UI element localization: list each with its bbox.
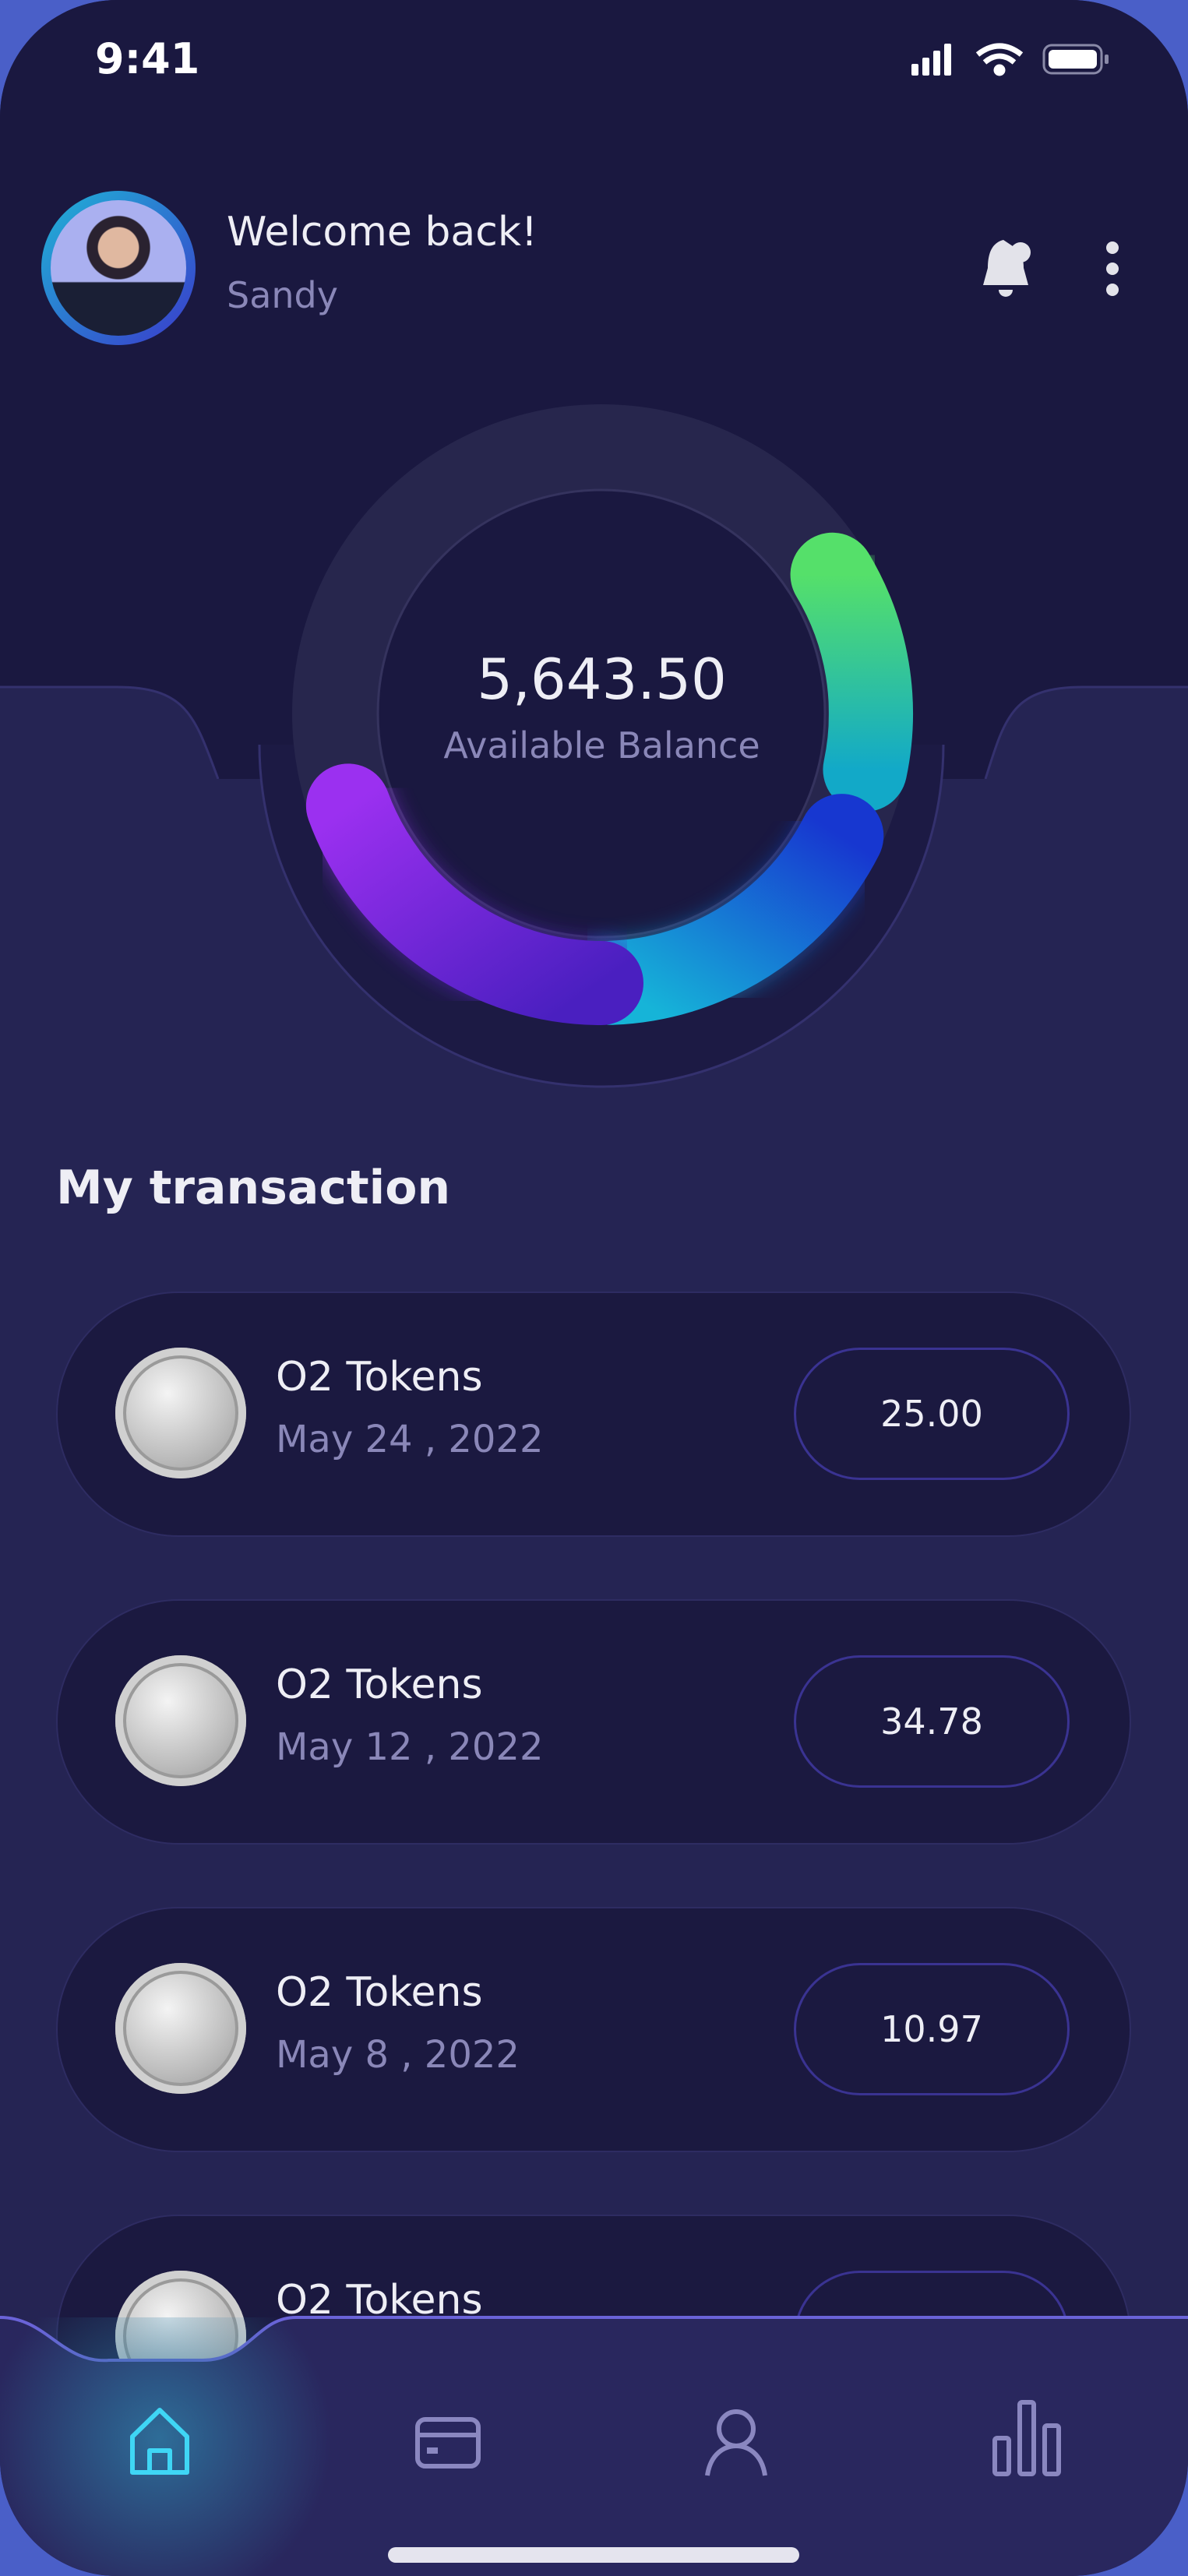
token-coin-icon: [115, 1348, 246, 1478]
balance-amount: 5,643.50: [477, 647, 727, 712]
status-icons: [911, 43, 1109, 76]
home-icon[interactable]: [125, 2407, 195, 2477]
ring-center: [376, 488, 827, 939]
profile-icon[interactable]: [701, 2407, 771, 2477]
stats-icon[interactable]: [992, 2399, 1062, 2477]
transaction-amount[interactable]: 10.97: [794, 1963, 1070, 2095]
transaction-card[interactable]: O2 Tokens May 8 , 2022 10.97: [56, 1907, 1131, 2152]
transaction-amount[interactable]: 25.00: [794, 1348, 1070, 1480]
transaction-date: May 8 , 2022: [276, 2033, 520, 2077]
avatar-photo: [51, 200, 186, 336]
avatar[interactable]: [41, 191, 196, 345]
status-time: 9:41: [95, 34, 200, 83]
app-screen: 9:41 Welcome back! Sandy 5,643.50 Availa…: [0, 0, 1188, 2576]
card-icon[interactable]: [413, 2407, 483, 2477]
transaction-date: May 12 , 2022: [276, 1725, 544, 1769]
token-coin-icon: [115, 1963, 246, 2094]
bell-icon[interactable]: [980, 234, 1042, 304]
section-title: My transaction: [56, 1161, 451, 1215]
transaction-name: O2 Tokens: [276, 1969, 483, 2016]
balance-ring: [258, 404, 945, 1088]
wifi-icon: [975, 43, 1024, 76]
transaction-name: O2 Tokens: [276, 1354, 483, 1401]
signal-icon: [911, 44, 951, 76]
token-coin-icon: [115, 1655, 246, 1786]
balance-label: Available Balance: [443, 724, 760, 766]
user-name: Sandy: [227, 274, 338, 316]
transaction-amount[interactable]: 34.78: [794, 1655, 1070, 1788]
transaction-date: May 24 , 2022: [276, 1418, 544, 1461]
transaction-card[interactable]: O2 Tokens May 12 , 2022 34.78: [56, 1599, 1131, 1845]
transaction-name: O2 Tokens: [276, 1662, 483, 1708]
home-indicator[interactable]: [388, 2547, 799, 2563]
transaction-card[interactable]: O2 Tokens May 24 , 2022 25.00: [56, 1292, 1131, 1537]
battery-icon: [1042, 44, 1109, 75]
more-vertical-icon[interactable]: [1100, 240, 1125, 302]
greeting: Welcome back!: [227, 209, 538, 255]
